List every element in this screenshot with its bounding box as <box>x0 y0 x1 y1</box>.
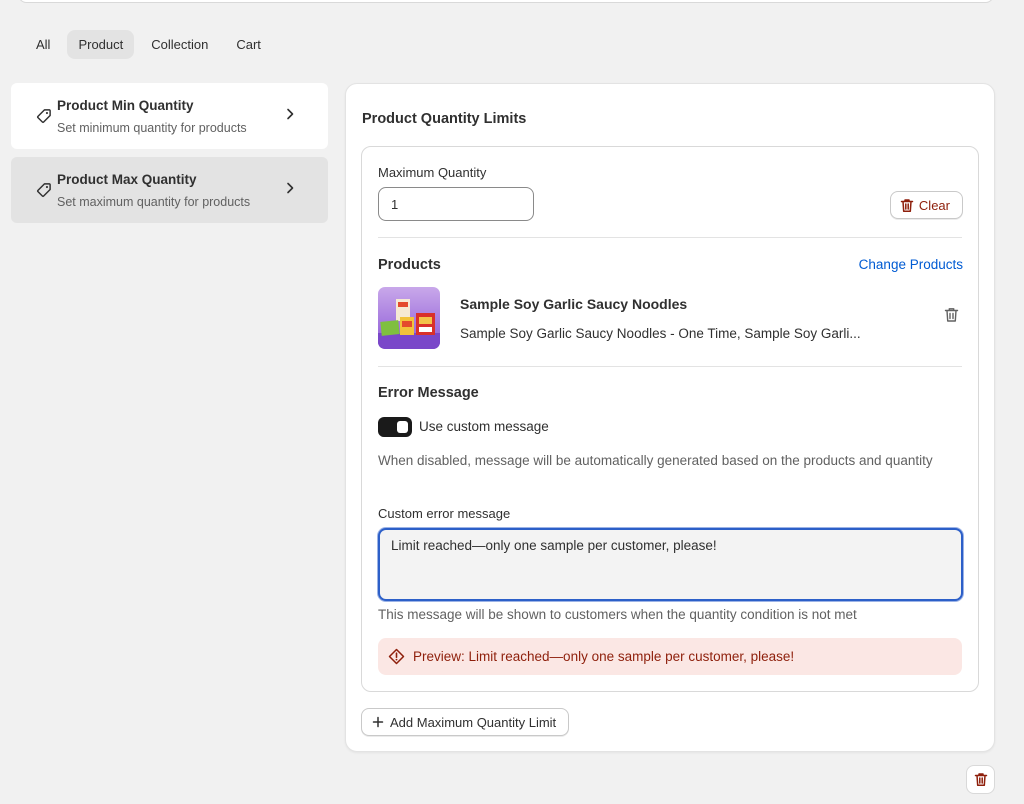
custom-message-toggle-label: Use custom message <box>419 419 549 434</box>
page-title: Product Quantity Limits <box>362 111 527 127</box>
plus-icon <box>372 716 384 728</box>
product-variants: Sample Soy Garlic Saucy Noodles - One Ti… <box>460 326 861 341</box>
tab-product[interactable]: Product <box>67 30 135 59</box>
clear-button[interactable]: Clear <box>889 191 963 219</box>
product-title: Sample Soy Garlic Saucy Noodles <box>460 296 688 312</box>
custom-error-label: Custom error message <box>378 506 511 521</box>
remove-product-trash-icon[interactable] <box>944 307 959 323</box>
products-heading: Products <box>378 257 441 273</box>
tab-all[interactable]: All <box>25 30 61 59</box>
chevron-right-icon <box>287 182 294 194</box>
filter-tabs: All Product Collection Cart <box>25 30 272 59</box>
custom-error-textarea[interactable]: Limit reached—only one sample per custom… <box>378 528 963 601</box>
sidebar-item-product-min-quantity[interactable]: Product Min Quantity Set minimum quantit… <box>11 83 328 149</box>
limit-rule-card: Maximum Quantity Clear Products Change P… <box>361 146 979 692</box>
quantity-limits-card: Product Quantity Limits Maximum Quantity… <box>345 83 995 752</box>
chevron-right-icon <box>287 108 294 120</box>
delete-rule-button[interactable] <box>966 765 995 794</box>
custom-message-toggle[interactable] <box>378 417 412 437</box>
trash-icon <box>900 198 914 212</box>
sidebar-item-subtitle: Set minimum quantity for products <box>57 121 247 135</box>
alert-diamond-icon <box>388 648 405 665</box>
custom-error-help-text: This message will be shown to customers … <box>378 607 857 622</box>
change-products-link[interactable]: Change Products <box>859 257 963 272</box>
sidebar-item-title: Product Min Quantity <box>57 98 194 113</box>
clear-button-label: Clear <box>918 197 950 213</box>
add-button-label: Add Maximum Quantity Limit <box>390 714 557 730</box>
tag-icon <box>37 109 51 123</box>
tab-collection[interactable]: Collection <box>140 30 219 59</box>
product-thumbnail <box>378 287 440 349</box>
previous-card-edge <box>18 0 994 3</box>
toggle-help-text: When disabled, message will be automatic… <box>378 453 933 468</box>
error-preview-text: Preview: Limit reached—only one sample p… <box>413 649 795 664</box>
sidebar-item-subtitle: Set maximum quantity for products <box>57 195 251 209</box>
divider <box>378 366 962 367</box>
trash-icon <box>974 773 987 787</box>
max-quantity-label: Maximum Quantity <box>378 165 487 180</box>
sidebar-item-title: Product Max Quantity <box>57 172 197 187</box>
error-preview-banner: Preview: Limit reached—only one sample p… <box>378 638 962 675</box>
max-quantity-input[interactable] <box>378 187 534 221</box>
error-message-heading: Error Message <box>378 385 479 401</box>
add-maximum-quantity-limit-button[interactable]: Add Maximum Quantity Limit <box>361 708 570 736</box>
tag-icon <box>37 183 51 197</box>
sidebar-item-product-max-quantity[interactable]: Product Max Quantity Set maximum quantit… <box>11 157 328 223</box>
divider <box>378 237 962 238</box>
tab-cart[interactable]: Cart <box>225 30 272 59</box>
